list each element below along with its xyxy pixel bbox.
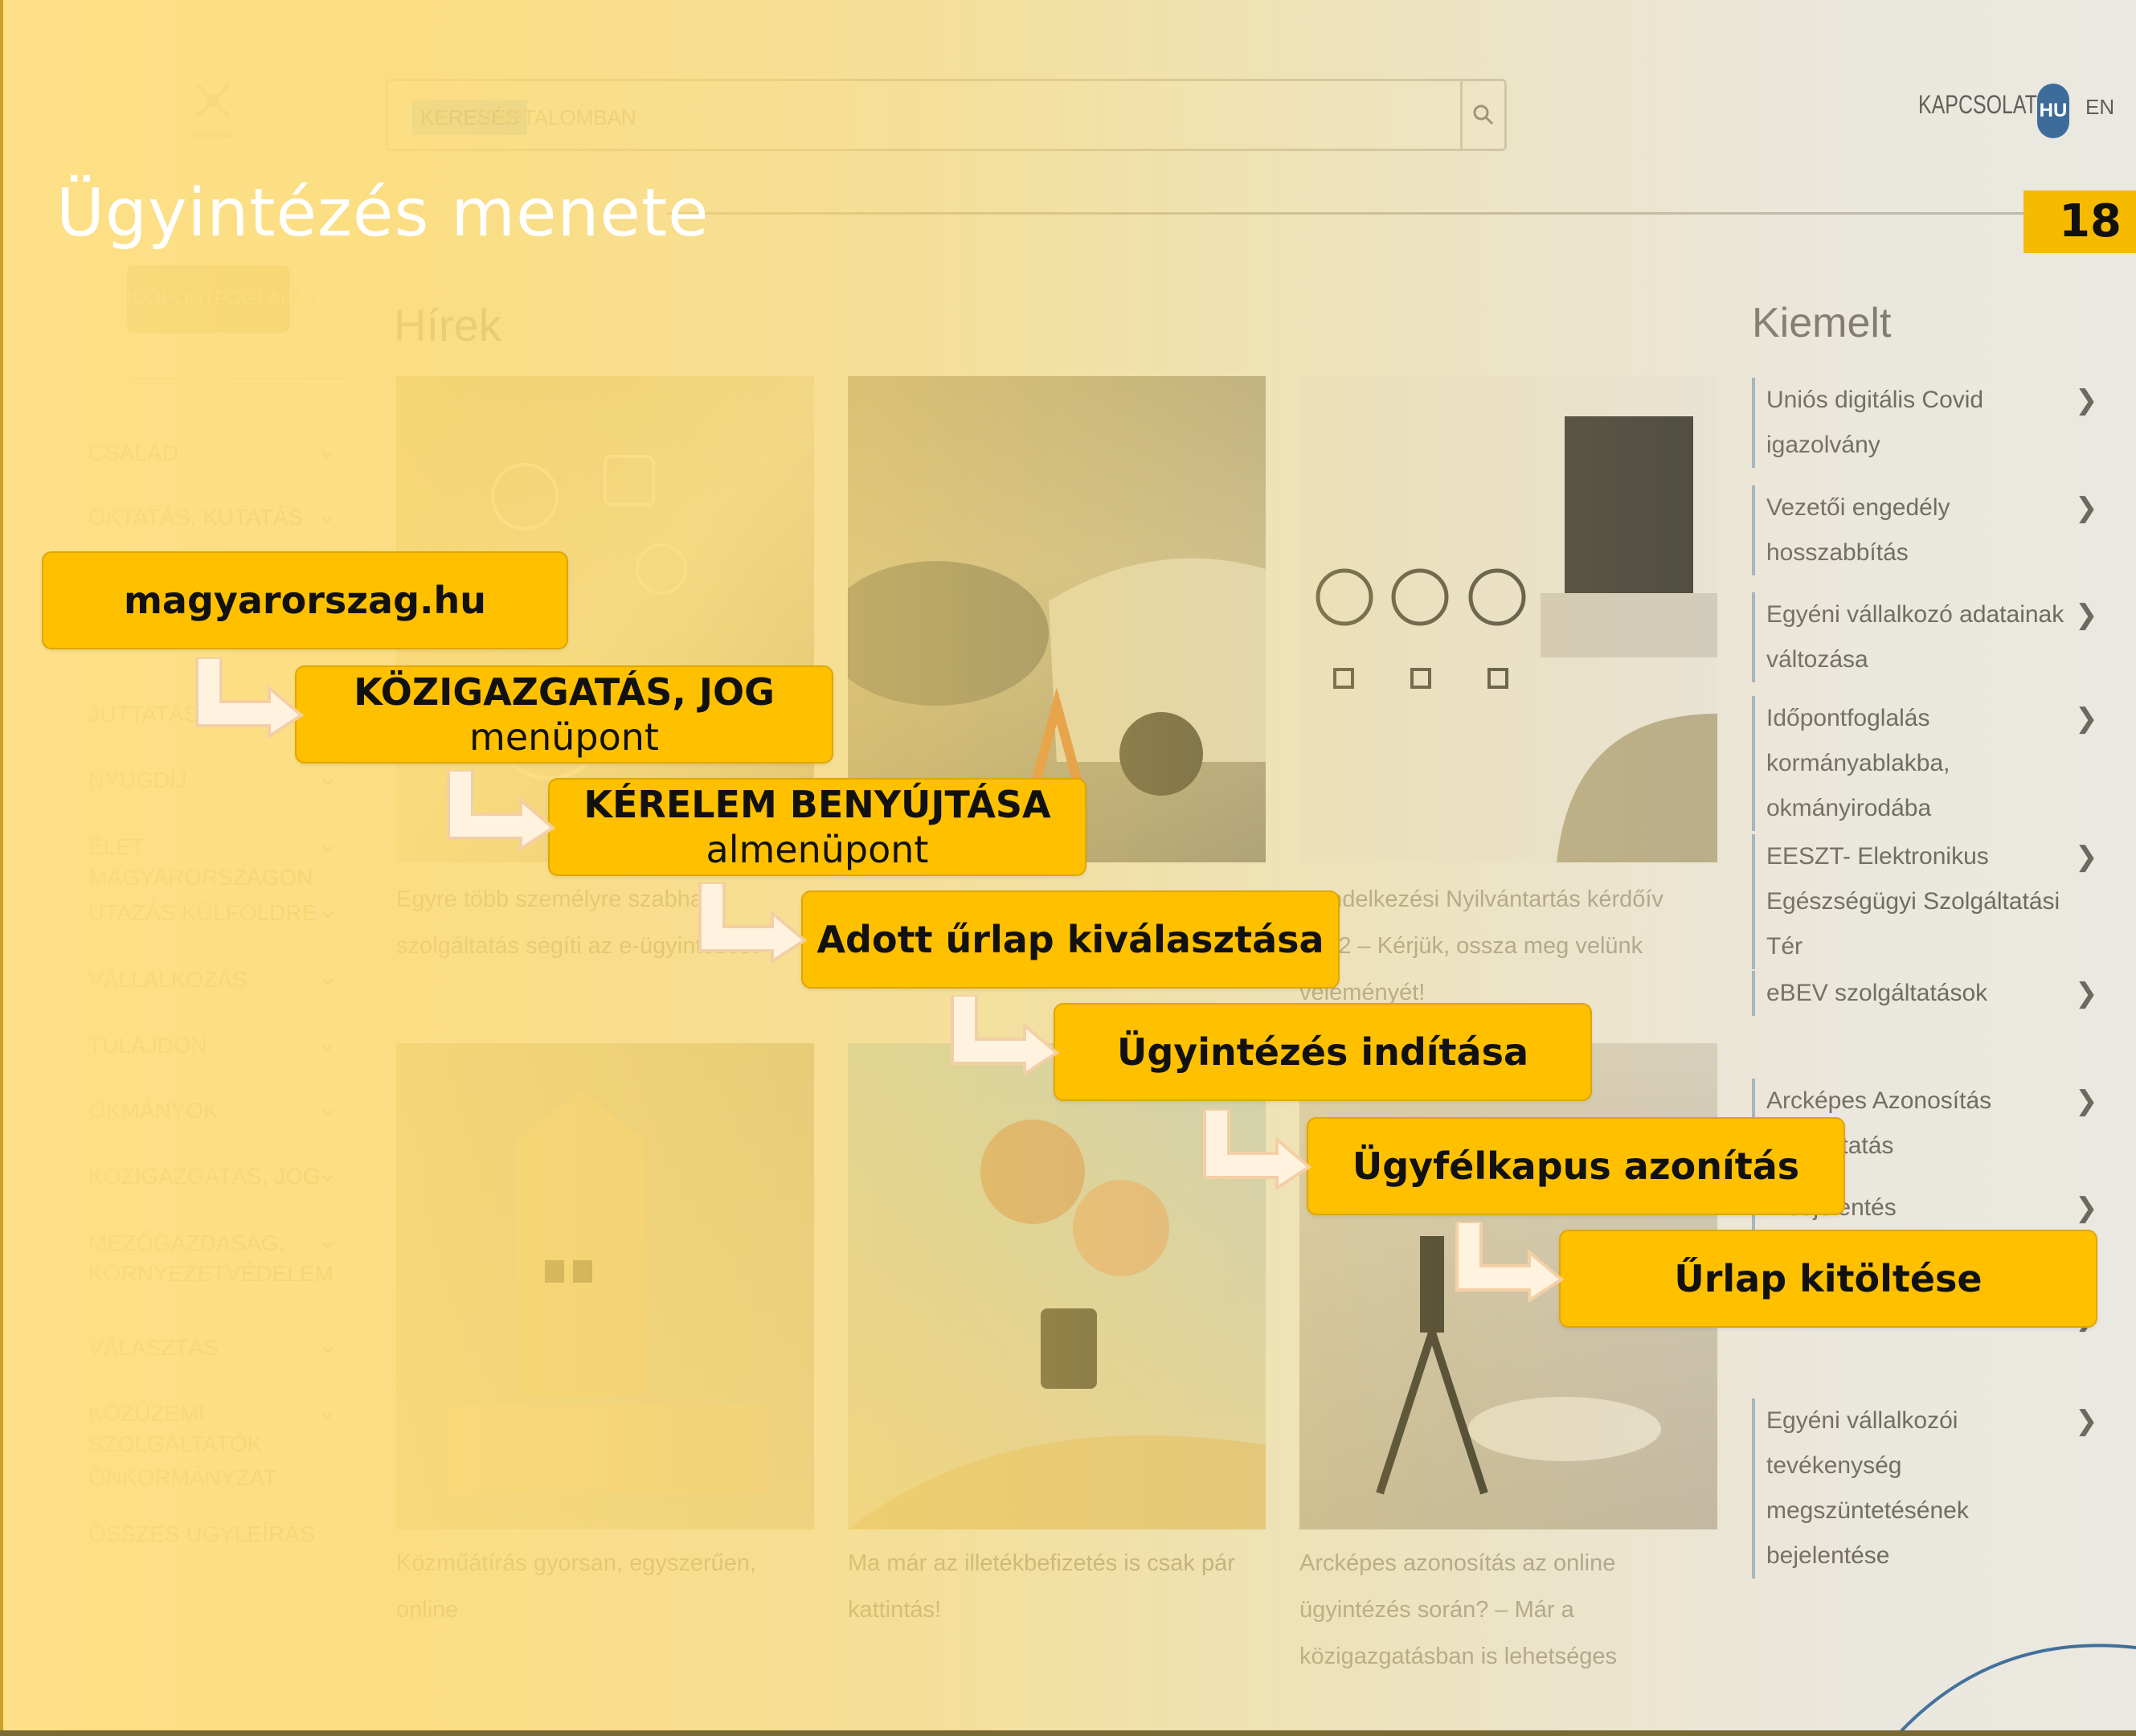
search-button[interactable] [1460,81,1504,149]
search-icon [1473,104,1494,125]
sidebar-item[interactable]: VÁLASZTÁS [88,1333,329,1363]
news-caption-3[interactable]: Rendelkezési Nyilvántartás kérdőív 2022 … [1299,876,1717,1016]
sidebar-item[interactable]: OKMÁNYOK [88,1095,329,1126]
sidebar-item[interactable]: ÖNKORMÁNYZAT [88,1463,329,1493]
chevron-down-icon[interactable]: ⌄ [317,896,338,924]
step-2-title: KÖZIGAZGATÁS, JOG [354,670,775,714]
step-box-4: Adott űrlap kiválasztása [801,891,1340,989]
slide-frame-bottom [0,1730,2136,1736]
news-card-image-4[interactable] [396,1043,814,1529]
chevron-down-icon[interactable]: ⌄ [317,764,338,792]
header-divider [667,212,2136,215]
featured-item-label: Időpontfoglalás kormányablakba, okmányir… [1766,705,1950,821]
featured-item-label: Uniós digitális Covid igazolvány [1766,387,1984,458]
featured-item-label: EESZT- Elektronikus Egészségügyi Szolgál… [1766,843,2060,960]
elbow-arrow-icon [447,770,556,850]
news-caption-4[interactable]: Közműátírás gyorsan, egyszerűen, online [396,1540,806,1633]
news-caption-5[interactable]: Ma már az illetékbefizetés is csak pár k… [848,1540,1258,1633]
sidebar-item[interactable]: OKTATÁS, KUTATÁS [88,502,329,533]
sidebar-item[interactable]: MEZŐGAZDASÁG, KÖRNYEZETVÉDELEM [88,1228,333,1289]
chevron-down-icon[interactable]: ⌄ [317,1160,338,1188]
step-box-6: Ügyfélkapus azonítás [1307,1117,1845,1215]
elbow-arrow-icon [698,882,808,963]
slide: KERESÉS TARTALOMBAN KAPCSOLAT HU EN IDŐP… [0,0,2136,1736]
featured-item[interactable]: EESZT- Elektronikus Egészségügyi Szolgál… [1752,834,2088,969]
step-4-title: Adott űrlap kiválasztása [816,918,1324,961]
contact-link[interactable]: KAPCSOLAT [1918,90,2037,120]
site-logo-icon [193,83,233,137]
featured-item[interactable]: Időpontfoglalás kormányablakba, okmányir… [1752,696,2088,831]
sidebar-item[interactable]: VÁLLALKOZÁS [88,964,329,995]
step-7-title: Űrlap kitöltése [1674,1257,1983,1300]
sidebar-divider [80,378,346,379]
featured-item[interactable]: Uniós digitális Covid igazolvány [1752,378,2088,468]
chevron-down-icon[interactable]: ⌄ [317,1331,338,1359]
chevron-down-icon[interactable]: ⌄ [317,501,338,529]
featured-item-label: Egyéni vállalkozói tevékenység megszünte… [1766,1407,1969,1569]
chevron-right-icon[interactable]: ❯ [2075,977,2098,1009]
chevron-down-icon[interactable]: ⌄ [317,1094,338,1122]
page-number-badge: 18 [2023,190,2136,253]
chevron-right-icon[interactable]: ❯ [2075,1085,2098,1117]
sidebar-item[interactable]: KÖZIGAZGATÁS, JOG [88,1161,329,1192]
decorative-arc-icon [1897,1644,2136,1736]
featured-item[interactable]: eBEV szolgáltatások [1752,971,2088,1016]
lang-en-button[interactable]: EN [2085,95,2114,120]
featured-item-label: eBEV szolgáltatások [1766,980,1988,1006]
chevron-right-icon[interactable]: ❯ [2075,599,2098,631]
featured-item-label: Vezetői engedély hosszabbítás [1766,494,1950,566]
featured-item[interactable]: Vezetői engedély hosszabbítás [1752,485,2088,575]
chevron-down-icon[interactable]: ⌄ [317,830,338,858]
step-3-title: KÉRELEM BENYÚJTÁSA [583,783,1051,826]
step-box-2: KÖZIGAZGATÁS, JOG menüpont [295,665,833,764]
step-box-1: magyarorszag.hu [42,551,568,649]
sidebar-item[interactable]: KÖZÜZEMI SZOLGÁLTATÓK [88,1398,329,1460]
chevron-right-icon[interactable]: ❯ [2075,384,2098,416]
chevron-down-icon[interactable]: ⌄ [317,436,338,465]
elbow-arrow-icon [951,995,1060,1075]
step-1-title: magyarorszag.hu [124,579,486,622]
step-3-subtitle: almenüpont [706,828,929,871]
elbow-arrow-icon [1455,1222,1565,1302]
sidebar-item[interactable]: NYUGDÍJ [88,765,329,796]
elbow-arrow-icon [1203,1109,1312,1189]
chevron-right-icon[interactable]: ❯ [2075,841,2098,873]
sidebar-item[interactable]: ÖSSZES ÜGYLEÍRÁS [88,1519,329,1550]
chevron-down-icon[interactable]: ⌄ [317,1029,338,1057]
step-box-5: Ügyintézés indítása [1054,1003,1592,1101]
slide-frame-left [0,0,3,1736]
chevron-right-icon[interactable]: ❯ [2075,1405,2098,1437]
featured-item[interactable]: Egyéni vállalkozó adatainak változása [1752,592,2088,682]
slide-title: Ügyintézés menete [56,175,710,252]
sidebar-item[interactable]: ÉLET MAGYARORSZÁGON [88,832,329,893]
chevron-right-icon[interactable]: ❯ [2075,702,2098,735]
news-heading: Hírek [394,300,501,350]
step-box-3: KÉRELEM BENYÚJTÁSA almenüpont [548,778,1086,876]
search-placeholder: TARTALOMBAN [483,105,636,129]
chevron-right-icon[interactable]: ❯ [2075,1192,2098,1224]
appointment-button[interactable]: IDŐPONTFOGLALÁS [127,265,317,333]
sidebar-item[interactable]: UTAZÁS KÜLFÖLDRE [88,898,329,928]
chevron-down-icon[interactable]: ⌄ [317,1226,338,1255]
step-5-title: Ügyintézés indítása [1117,1030,1528,1074]
elbow-arrow-icon [195,657,305,738]
news-caption-6[interactable]: Arcképes azonosítás az online ügyintézés… [1299,1540,1717,1680]
featured-heading: Kiemelt [1752,300,1892,346]
featured-item-label: Egyéni vállalkozó adatainak változása [1766,601,2064,673]
chevron-down-icon[interactable]: ⌄ [317,1397,338,1425]
step-box-7: Űrlap kitöltése [1559,1230,2097,1328]
search-bar[interactable]: KERESÉS TARTALOMBAN [386,79,1507,151]
chevron-down-icon[interactable]: ⌄ [317,963,338,991]
news-card-image-3[interactable] [1299,376,1717,862]
chevron-right-icon[interactable]: ❯ [2075,492,2098,524]
featured-item[interactable]: Egyéni vállalkozói tevékenység megszünte… [1752,1398,2088,1578]
step-6-title: Ügyfélkapus azonítás [1352,1144,1800,1188]
step-2-subtitle: menüpont [469,715,659,759]
sidebar-item[interactable]: TULAJDON [88,1030,329,1061]
sidebar-item[interactable]: CSALÁD [88,438,329,469]
lang-hu-button[interactable]: HU [2037,84,2069,138]
